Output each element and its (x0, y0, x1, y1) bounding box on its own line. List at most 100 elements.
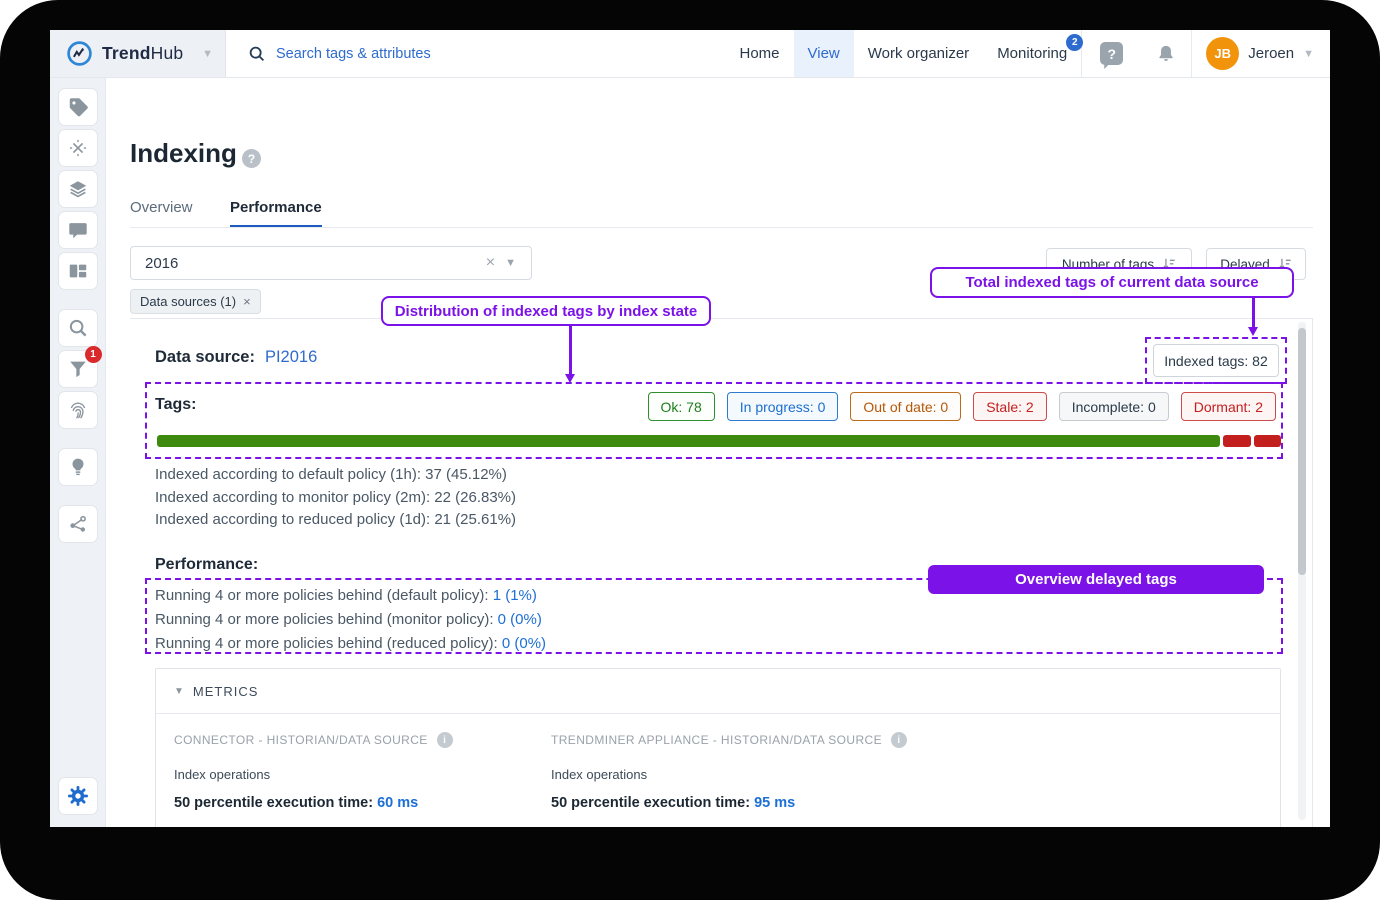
nodes-icon (67, 513, 89, 535)
bell-icon (1155, 43, 1177, 65)
data-source-link[interactable]: PI2016 (265, 348, 317, 367)
performance-lines: Running 4 or more policies behind (defau… (155, 584, 546, 656)
indexed-tags-value: Indexed tags: 82 (1153, 344, 1279, 377)
user-menu[interactable]: JB Jeroen ▼ (1192, 30, 1330, 77)
filter-dropdown-chevron-icon[interactable]: ▼ (500, 257, 521, 269)
bar-segment (1254, 435, 1281, 447)
user-dropdown-chevron-icon: ▼ (1303, 48, 1314, 60)
tab-performance[interactable]: Performance (230, 199, 322, 228)
monitoring-count-badge: 2 (1066, 34, 1083, 51)
card-scrollbar-thumb[interactable] (1298, 328, 1306, 575)
main-nav: Home View Work organizer Monitoring 2 (725, 30, 1081, 77)
sidebar-search-button[interactable] (58, 309, 98, 347)
metrics-column-appliance: TRENDMINER APPLIANCE - HISTORIAN/DATA SO… (551, 732, 907, 811)
info-icon[interactable]: i (891, 732, 907, 748)
badge-incomplete[interactable]: Incomplete: 0 (1059, 392, 1169, 421)
tags-label: Tags: (155, 396, 196, 414)
policy-lines: Indexed according to default policy (1h)… (155, 464, 516, 532)
tag-icon (67, 96, 89, 118)
metrics-subtitle: Index operations (551, 767, 907, 782)
metrics-column-connector: CONNECTOR - HISTORIAN/DATA SOURCE i Inde… (174, 732, 453, 811)
sidebar-layers-button[interactable] (58, 170, 98, 208)
annotation-arrow (1252, 298, 1255, 328)
tags-distribution-bar (157, 435, 1281, 447)
policy-line: Indexed according to monitor policy (2m)… (155, 487, 516, 510)
layers-icon (67, 178, 89, 200)
bar-segment (1223, 435, 1250, 447)
brand-name: TrendHub (102, 43, 193, 64)
bar-segment (157, 435, 1220, 447)
chip-remove-icon[interactable]: × (243, 294, 251, 309)
sidebar-tags-button[interactable] (58, 88, 98, 126)
chip-label: Data sources (1) (140, 294, 236, 309)
annotation-distribution: Distribution of indexed tags by index st… (381, 296, 711, 326)
badge-dormant[interactable]: Dormant: 2 (1181, 392, 1276, 421)
sidebar-context-button[interactable] (58, 505, 98, 543)
lightbulb-icon (67, 456, 89, 478)
sidebar-comments-button[interactable] (58, 211, 98, 249)
metrics-column-title: TRENDMINER APPLIANCE - HISTORIAN/DATA SO… (551, 733, 882, 747)
annotation-arrow (569, 326, 572, 375)
performance-label: Performance: (155, 556, 258, 574)
tag-state-badges: Ok: 78 In progress: 0 Out of date: 0 Sta… (648, 392, 1277, 421)
metrics-panel: ▼ METRICS CONNECTOR - HISTORIAN/DATA SOU… (155, 668, 1281, 827)
filter-value: 2016 (145, 255, 481, 272)
sparkles-icon (67, 137, 89, 159)
collapse-chevron-icon: ▼ (174, 686, 184, 697)
badge-ok[interactable]: Ok: 78 (648, 392, 715, 421)
tab-overview[interactable]: Overview (130, 199, 193, 216)
nav-monitoring-label: Monitoring (997, 45, 1067, 62)
settings-gear-icon (66, 784, 90, 808)
app-window: TrendHub ▼ Search tags & attributes Home… (50, 30, 1330, 827)
sidebar-filter-button[interactable]: 1 (58, 350, 98, 388)
nav-home[interactable]: Home (725, 30, 793, 77)
sidebar-sparkles-button[interactable] (58, 129, 98, 167)
top-bar: TrendHub ▼ Search tags & attributes Home… (50, 30, 1330, 78)
metrics-stat: 50 percentile execution time: 60 ms (174, 795, 453, 811)
dashboard-icon (67, 260, 89, 282)
performance-line: Running 4 or more policies behind (monit… (155, 608, 546, 632)
metrics-column-title: CONNECTOR - HISTORIAN/DATA SOURCE (174, 733, 428, 747)
performance-line: Running 4 or more policies behind (reduc… (155, 632, 546, 656)
notifications-button[interactable] (1141, 30, 1191, 77)
user-name: Jeroen (1248, 45, 1294, 62)
clear-filter-icon[interactable]: × (481, 254, 500, 272)
sidebar-fingerprint-button[interactable] (58, 391, 98, 429)
help-button[interactable]: ? (1082, 30, 1141, 77)
page-help-icon[interactable]: ? (242, 149, 261, 168)
badge-in-progress[interactable]: In progress: 0 (727, 392, 839, 421)
filter-count-badge: 1 (85, 346, 102, 363)
annotation-total-indexed: Total indexed tags of current data sourc… (930, 267, 1294, 298)
main-content: Indexing ? Overview Performance 2016 × ▼… (106, 78, 1330, 827)
badge-out-of-date[interactable]: Out of date: 0 (850, 392, 961, 421)
brand-logo[interactable]: TrendHub ▼ (50, 30, 226, 77)
metrics-title: METRICS (193, 684, 259, 699)
sidebar-dashboard-button[interactable] (58, 252, 98, 290)
tabs-divider (130, 227, 1313, 228)
brand-dropdown-chevron-icon[interactable]: ▼ (202, 48, 213, 60)
data-sources-chip[interactable]: Data sources (1) × (130, 289, 261, 314)
data-source-row: Data source: PI2016 (155, 348, 317, 367)
nav-view[interactable]: View (794, 30, 854, 77)
policy-line: Indexed according to default policy (1h)… (155, 464, 516, 487)
search-placeholder: Search tags & attributes (276, 46, 431, 62)
global-search[interactable]: Search tags & attributes (226, 30, 725, 77)
page-title: Indexing (130, 138, 237, 169)
badge-stale[interactable]: Stale: 2 (973, 392, 1046, 421)
metrics-header[interactable]: ▼ METRICS (156, 669, 1280, 714)
info-icon[interactable]: i (437, 732, 453, 748)
sidebar-insights-button[interactable] (58, 448, 98, 486)
sidebar-settings-button[interactable] (58, 777, 98, 815)
metrics-subtitle: Index operations (174, 767, 453, 782)
comment-icon (67, 219, 89, 241)
avatar: JB (1206, 37, 1239, 70)
nav-monitoring[interactable]: Monitoring 2 (983, 30, 1081, 77)
search-icon (67, 317, 89, 339)
nav-work-organizer[interactable]: Work organizer (854, 30, 983, 77)
data-source-label: Data source: (155, 348, 255, 367)
help-icon: ? (1100, 42, 1123, 65)
indexed-tags-annotation-box: Indexed tags: 82 (1145, 337, 1287, 384)
metrics-stat: 50 percentile execution time: 95 ms (551, 795, 907, 811)
left-sidebar: 1 (50, 78, 106, 827)
datasource-filter-input[interactable]: 2016 × ▼ (130, 246, 532, 280)
